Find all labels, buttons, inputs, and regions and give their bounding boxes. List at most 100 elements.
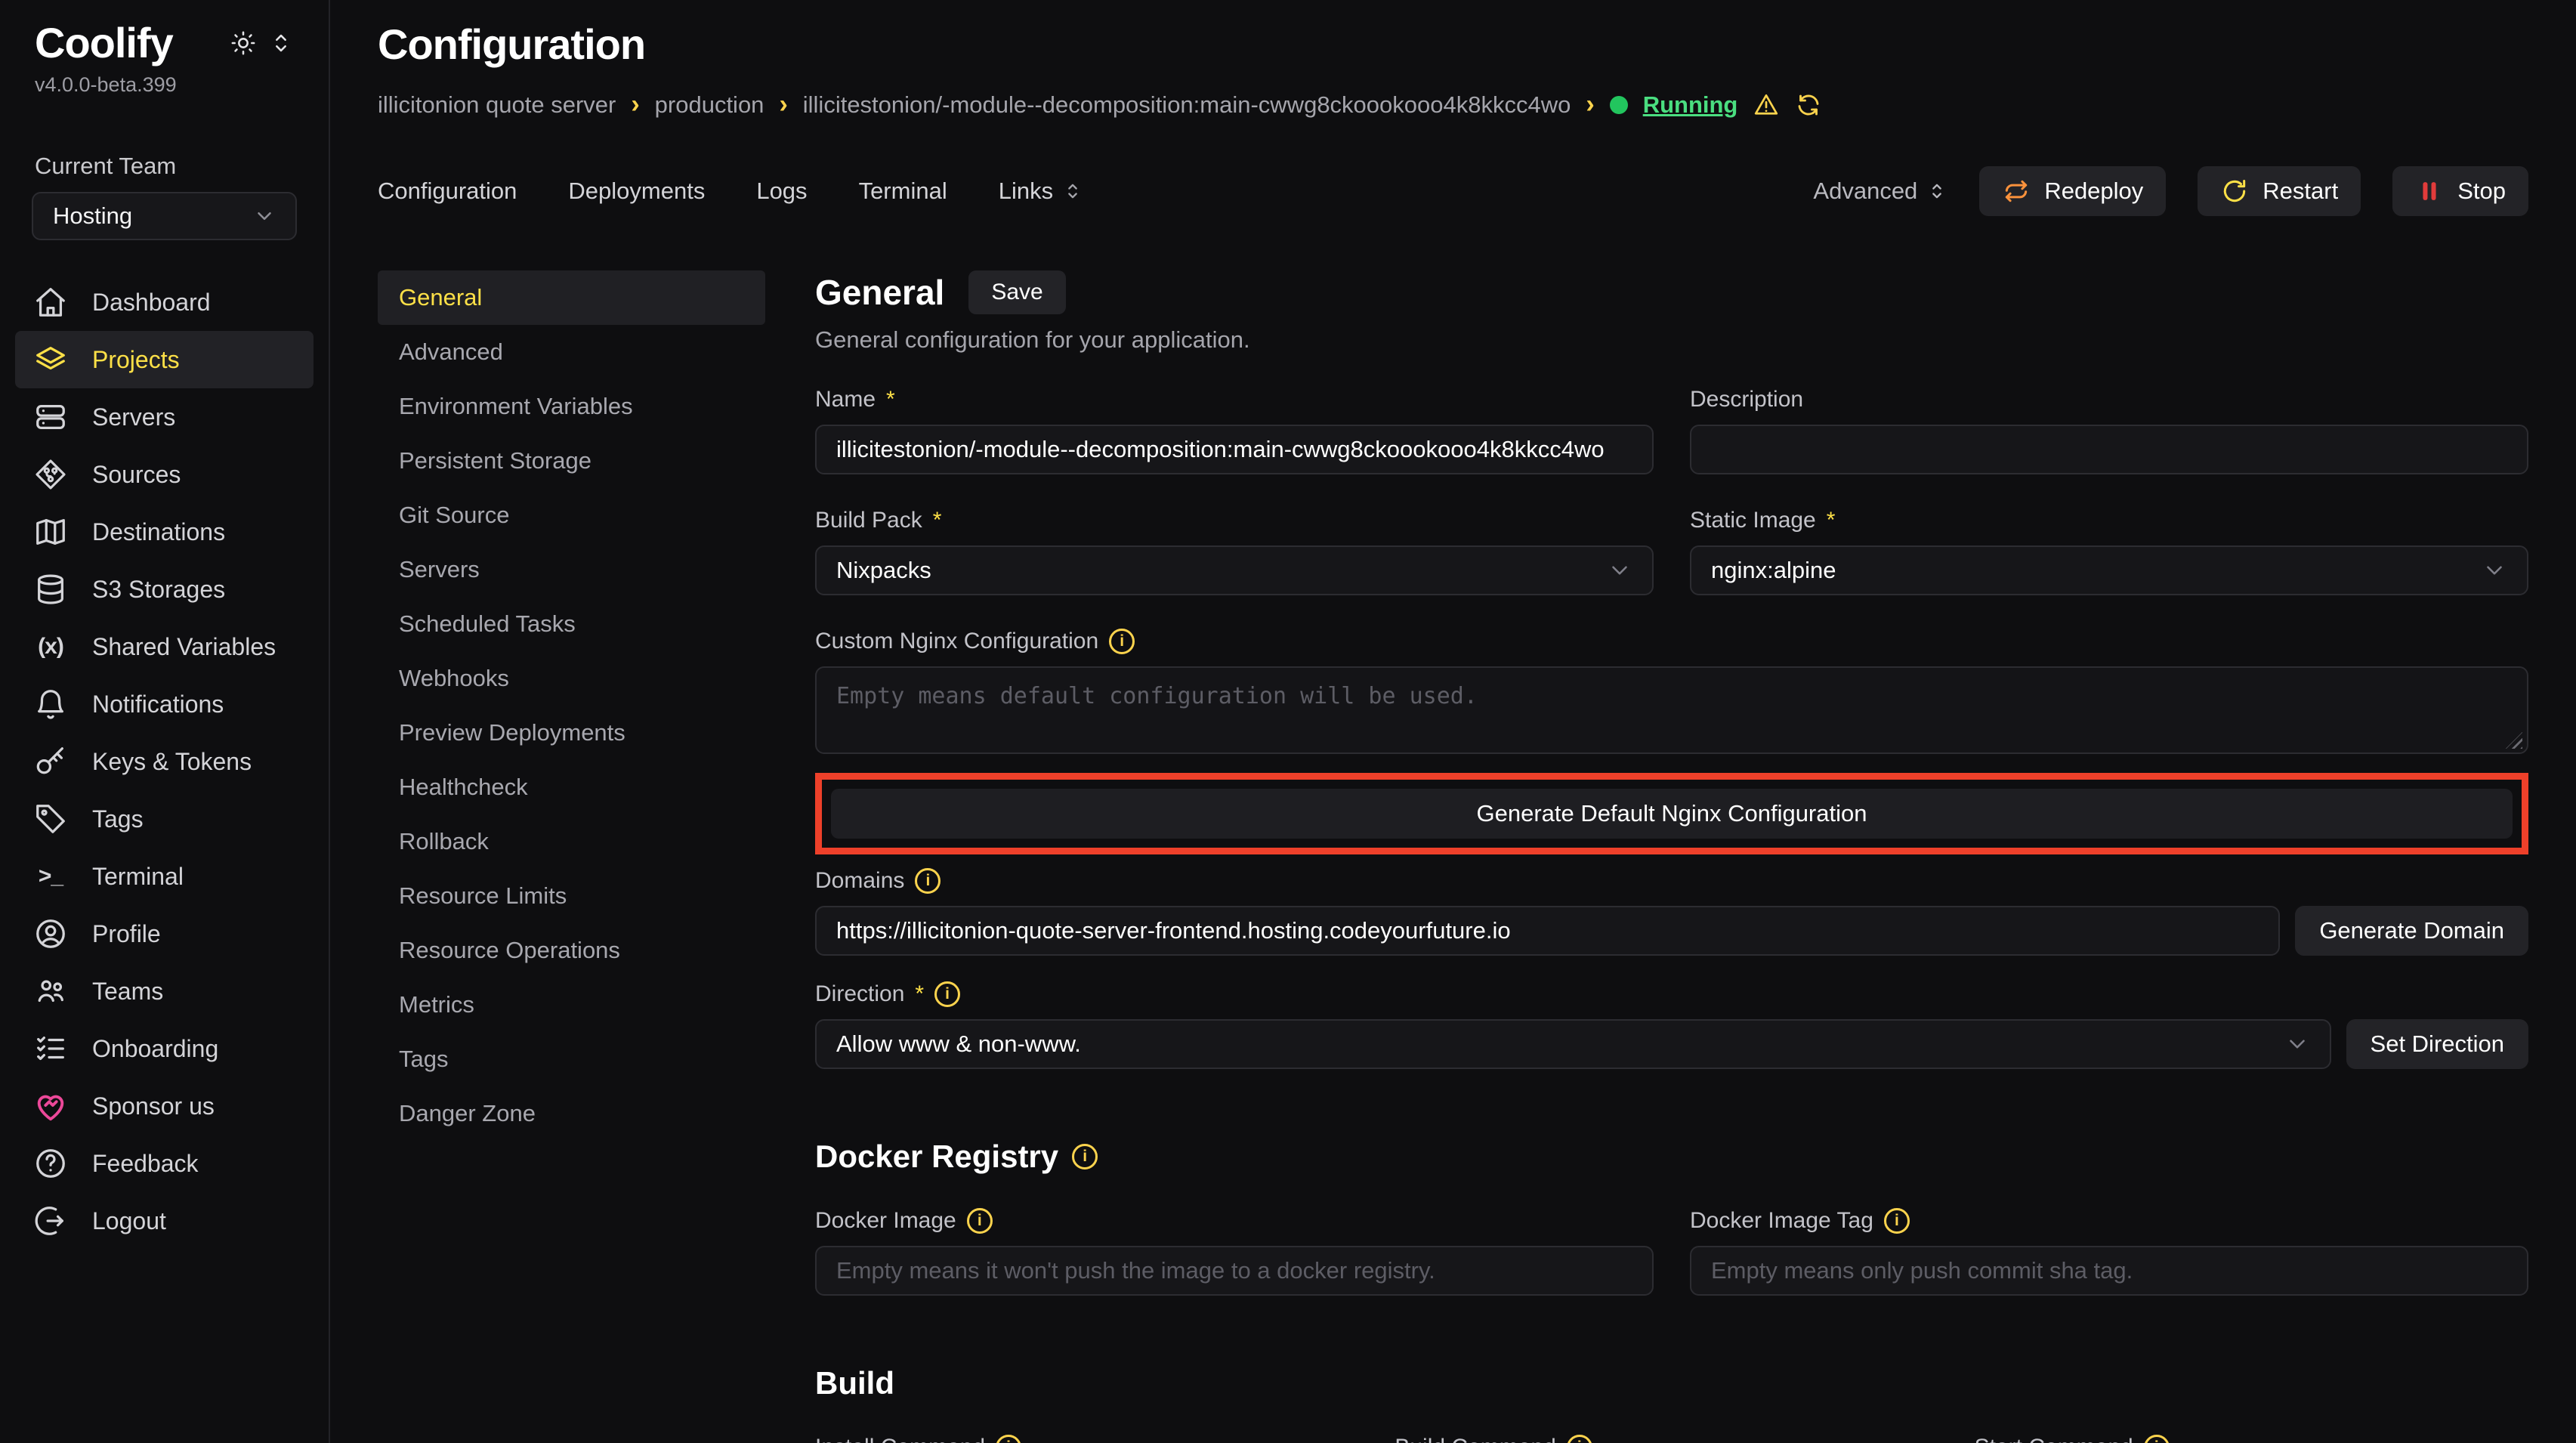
name-input[interactable] — [815, 425, 1654, 474]
sidebar-item-tags[interactable]: Tags — [15, 790, 314, 848]
generate-nginx-config-button[interactable]: Generate Default Nginx Configuration — [831, 789, 2513, 839]
sidebar-item-notifications[interactable]: Notifications — [15, 675, 314, 733]
build-section-title: Build — [815, 1365, 894, 1401]
warning-icon[interactable] — [1753, 91, 1780, 119]
sidebar-item-s3-storages[interactable]: S3 Storages — [15, 561, 314, 618]
advanced-dropdown[interactable]: Advanced — [1813, 178, 1947, 205]
sidebar-item-teams[interactable]: Teams — [15, 963, 314, 1020]
subnav-persistent-storage[interactable]: Persistent Storage — [378, 434, 765, 488]
sidebar-item-logout[interactable]: Logout — [15, 1192, 314, 1250]
restart-button[interactable]: Restart — [2198, 166, 2361, 216]
direction-select[interactable]: Allow www & non-www. — [815, 1019, 2331, 1069]
docker-image-input[interactable] — [815, 1246, 1654, 1296]
info-icon[interactable]: i — [915, 868, 941, 894]
sidebar-item-feedback[interactable]: Feedback — [15, 1135, 314, 1192]
subnav-metrics[interactable]: Metrics — [378, 978, 765, 1032]
info-icon[interactable]: i — [1109, 629, 1135, 654]
git-source-icon — [33, 457, 68, 492]
subnav-webhooks[interactable]: Webhooks — [378, 651, 765, 706]
sidebar-item-projects[interactable]: Projects — [15, 331, 314, 388]
breadcrumb-project[interactable]: illicitonion quote server — [378, 91, 616, 119]
tabs-row: Configuration Deployments Logs Terminal … — [378, 166, 2528, 216]
custom-nginx-label: Custom Nginx Configuration — [815, 629, 1098, 654]
subnav-servers[interactable]: Servers — [378, 542, 765, 597]
heart-hands-icon — [33, 1089, 68, 1123]
refresh-icon[interactable] — [1795, 91, 1822, 119]
subnav-healthcheck[interactable]: Healthcheck — [378, 760, 765, 814]
redeploy-label: Redeploy — [2044, 178, 2143, 205]
map-icon — [33, 514, 68, 549]
info-icon[interactable]: i — [1072, 1144, 1098, 1170]
subnav-danger-zone[interactable]: Danger Zone — [378, 1086, 765, 1141]
sidebar-item-sponsor-us[interactable]: Sponsor us — [15, 1077, 314, 1135]
build-pack-label: Build Pack — [815, 508, 922, 533]
description-input[interactable] — [1690, 425, 2528, 474]
info-icon[interactable]: i — [934, 981, 960, 1007]
sidebar-item-destinations[interactable]: Destinations — [15, 503, 314, 561]
custom-nginx-textarea[interactable] — [815, 666, 2528, 754]
resource-actions: Advanced Redeploy Restart Stop — [1813, 166, 2528, 216]
tab-deployments[interactable]: Deployments — [568, 178, 705, 205]
breadcrumb-resource[interactable]: illicitestonion/-module--decomposition:m… — [803, 91, 1571, 119]
sidebar-item-label: Terminal — [92, 863, 184, 891]
status-badge[interactable]: Running — [1643, 91, 1738, 119]
subnav-resource-operations[interactable]: Resource Operations — [378, 923, 765, 978]
set-direction-button[interactable]: Set Direction — [2346, 1019, 2528, 1069]
theme-sun-icon[interactable] — [230, 30, 256, 56]
subnav-git-source[interactable]: Git Source — [378, 488, 765, 542]
name-label: Name — [815, 387, 876, 413]
tab-terminal[interactable]: Terminal — [859, 178, 947, 205]
subnav-label: Healthcheck — [399, 774, 528, 801]
sidebar-item-label: Servers — [92, 403, 175, 431]
info-icon[interactable]: i — [1884, 1208, 1910, 1234]
breadcrumb-environment[interactable]: production — [655, 91, 764, 119]
subnav-resource-limits[interactable]: Resource Limits — [378, 869, 765, 923]
sidebar-item-keys-tokens[interactable]: Keys & Tokens — [15, 733, 314, 790]
generate-domain-button[interactable]: Generate Domain — [2295, 906, 2528, 956]
redeploy-button[interactable]: Redeploy — [1979, 166, 2166, 216]
subnav-label: Webhooks — [399, 665, 509, 692]
tab-logs[interactable]: Logs — [756, 178, 807, 205]
sidebar-item-terminal[interactable]: >_ Terminal — [15, 848, 314, 905]
save-button[interactable]: Save — [968, 270, 1065, 314]
sidebar-item-shared-variables[interactable]: (x) Shared Variables — [15, 618, 314, 675]
subnav-preview-deployments[interactable]: Preview Deployments — [378, 706, 765, 760]
tab-configuration[interactable]: Configuration — [378, 178, 517, 205]
subnav-scheduled-tasks[interactable]: Scheduled Tasks — [378, 597, 765, 651]
chevron-right-icon: › — [779, 90, 787, 119]
required-asterisk: * — [886, 387, 895, 413]
general-form: General Save General configuration for y… — [815, 270, 2528, 1443]
subnav-rollback[interactable]: Rollback — [378, 814, 765, 869]
theme-switch-chevrons-icon[interactable] — [268, 30, 294, 56]
domains-label: Domains — [815, 868, 904, 894]
tab-links[interactable]: Links — [999, 178, 1083, 205]
info-icon[interactable]: i — [1567, 1435, 1592, 1443]
required-asterisk: * — [915, 981, 924, 1007]
team-select[interactable]: Hosting — [32, 192, 297, 240]
subnav-tags[interactable]: Tags — [378, 1032, 765, 1086]
stop-label: Stop — [2457, 178, 2506, 205]
tag-icon — [33, 802, 68, 836]
subnav-environment-variables[interactable]: Environment Variables — [378, 379, 765, 434]
sidebar-item-profile[interactable]: Profile — [15, 905, 314, 963]
required-asterisk: * — [1827, 508, 1836, 533]
info-icon[interactable]: i — [967, 1208, 993, 1234]
section-title: General — [815, 272, 944, 313]
app-logo[interactable]: Coolify — [35, 18, 173, 67]
tab-label: Deployments — [568, 178, 705, 205]
domains-input[interactable] — [815, 906, 2280, 956]
subnav-advanced[interactable]: Advanced — [378, 325, 765, 379]
info-icon[interactable]: i — [996, 1435, 1021, 1443]
sidebar-item-label: Teams — [92, 978, 163, 1006]
static-image-select[interactable]: nginx:alpine — [1690, 545, 2528, 595]
build-pack-select[interactable]: Nixpacks — [815, 545, 1654, 595]
sidebar-item-sources[interactable]: Sources — [15, 446, 314, 503]
docker-image-tag-input[interactable] — [1690, 1246, 2528, 1296]
subnav-general[interactable]: General — [378, 270, 765, 325]
team-select-value: Hosting — [53, 202, 132, 230]
info-icon[interactable]: i — [2144, 1435, 2170, 1443]
sidebar-item-onboarding[interactable]: Onboarding — [15, 1020, 314, 1077]
sidebar-item-dashboard[interactable]: Dashboard — [15, 273, 314, 331]
sidebar-item-servers[interactable]: Servers — [15, 388, 314, 446]
stop-button[interactable]: Stop — [2392, 166, 2528, 216]
